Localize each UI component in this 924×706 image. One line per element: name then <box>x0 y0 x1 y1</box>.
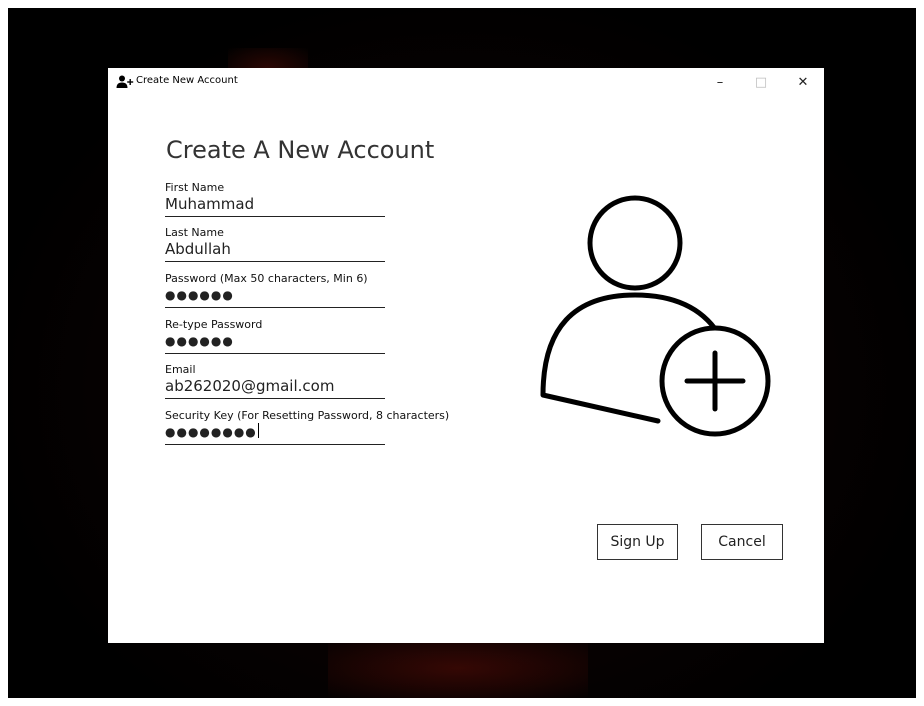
add-user-icon <box>540 195 771 437</box>
security-key-input[interactable]: ●●●●●●●● <box>165 422 385 445</box>
password-label: Password (Max 50 characters, Min 6) <box>165 272 368 285</box>
password-field: Password (Max 50 characters, Min 6) ●●●●… <box>165 272 385 308</box>
page-title: Create A New Account <box>166 136 435 164</box>
desktop-background: Create New Account – □ ✕ Create A New Ac… <box>8 8 916 698</box>
background-glow <box>328 638 588 698</box>
last-name-field: Last Name Abdullah <box>165 226 385 262</box>
first-name-input[interactable]: Muhammad <box>165 194 385 217</box>
last-name-label: Last Name <box>165 226 224 239</box>
first-name-label: First Name <box>165 181 225 194</box>
title-bar[interactable]: Create New Account – □ ✕ <box>108 68 824 96</box>
maximize-button[interactable]: □ <box>746 72 776 92</box>
security-key-label: Security Key (For Resetting Password, 8 … <box>165 409 450 422</box>
close-button[interactable]: ✕ <box>788 72 818 92</box>
email-input[interactable]: ab262020@gmail.com <box>165 376 385 399</box>
security-key-field: Security Key (For Resetting Password, 8 … <box>165 409 450 445</box>
sign-up-button[interactable]: Sign Up <box>597 524 678 560</box>
password-input[interactable]: ●●●●●● <box>165 285 385 308</box>
cancel-button[interactable]: Cancel <box>701 524 783 560</box>
text-caret <box>257 423 259 438</box>
create-account-window: Create New Account – □ ✕ Create A New Ac… <box>108 68 824 643</box>
minimize-button[interactable]: – <box>705 72 735 92</box>
first-name-field: First Name Muhammad <box>165 181 385 217</box>
last-name-input[interactable]: Abdullah <box>165 239 385 262</box>
email-label: Email <box>165 363 196 376</box>
retype-password-label: Re-type Password <box>165 318 263 331</box>
retype-password-input[interactable]: ●●●●●● <box>165 331 385 354</box>
security-key-value: ●●●●●●●● <box>165 425 257 439</box>
retype-password-field: Re-type Password ●●●●●● <box>165 318 385 354</box>
add-user-icon <box>116 75 134 88</box>
window-title: Create New Account <box>136 75 238 86</box>
email-field: Email ab262020@gmail.com <box>165 363 385 399</box>
